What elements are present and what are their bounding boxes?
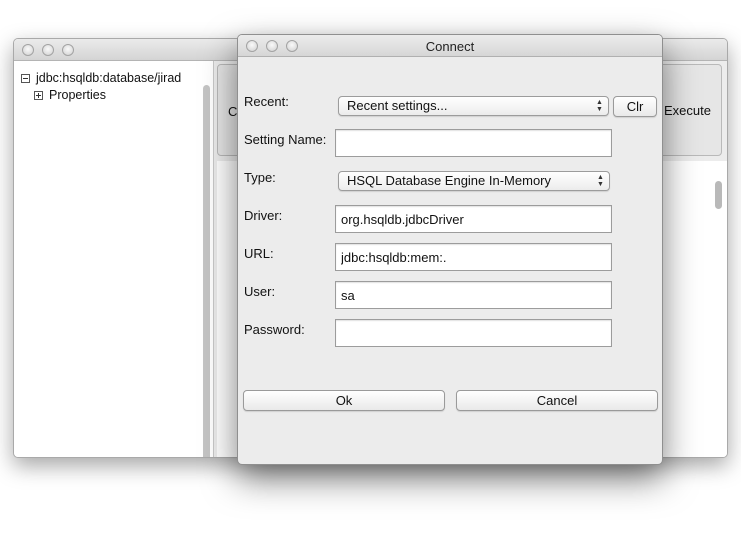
password-field[interactable] [335,319,612,347]
popup-arrows-icon: ▲ ▼ [597,174,604,188]
tree-item-database[interactable]: jdbc:hsqldb:database/jirad [21,70,181,86]
driver-label: Driver: [244,208,283,223]
schema-tree: jdbc:hsqldb:database/jirad Properties [14,61,214,457]
cancel-button[interactable]: Cancel [456,390,658,411]
zoom-window-icon[interactable] [62,44,74,56]
editor-vertical-scrollbar[interactable] [715,181,722,209]
type-label: Type: [244,170,276,185]
collapse-icon[interactable] [21,73,30,83]
tree-item-database-label: jdbc:hsqldb:database/jirad [36,71,182,85]
type-select[interactable]: HSQL Database Engine In-Memory ▲ ▼ [338,171,610,191]
url-label: URL: [244,246,274,261]
dialog-titlebar: Connect [238,35,662,57]
user-field[interactable] [335,281,612,309]
tree-vertical-scrollbar[interactable] [203,85,210,457]
password-label: Password: [244,322,305,337]
driver-field[interactable] [335,205,612,233]
tree-item-properties[interactable]: Properties [34,87,106,103]
type-select-value: HSQL Database Engine In-Memory [347,173,552,188]
close-window-icon[interactable] [22,44,34,56]
execute-button[interactable]: Execute [664,103,711,118]
url-field[interactable] [335,243,612,271]
minimize-window-icon[interactable] [42,44,54,56]
expand-icon[interactable] [34,90,43,100]
toolbar-partial-button-label[interactable]: C [228,104,237,119]
recent-label: Recent: [244,94,289,109]
recent-select[interactable]: Recent settings... ▲ ▼ [338,96,609,116]
setting-name-field[interactable] [335,129,612,157]
popup-arrows-icon: ▲ ▼ [596,99,603,113]
clear-recent-button[interactable]: Clr [613,96,657,117]
setting-name-label: Setting Name: [244,132,327,147]
connect-dialog: Connect Recent: Recent settings... ▲ ▼ Cl… [237,34,663,465]
recent-select-value: Recent settings... [347,98,448,113]
ok-button[interactable]: Ok [243,390,445,411]
tree-item-properties-label: Properties [49,88,106,102]
dialog-title: Connect [425,39,475,54]
user-label: User: [244,284,276,299]
